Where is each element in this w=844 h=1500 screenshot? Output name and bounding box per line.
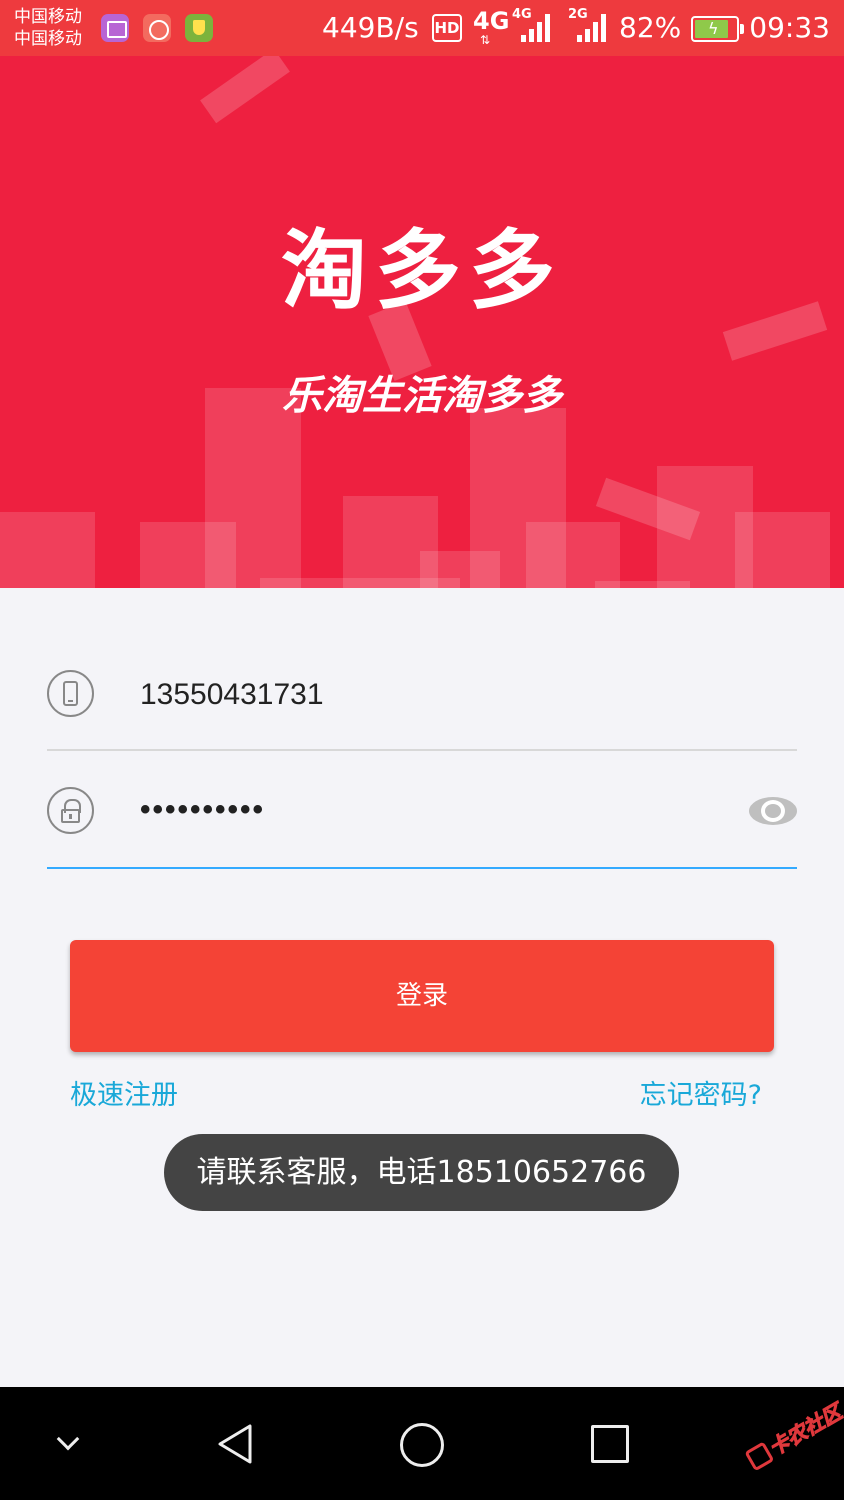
lock-icon xyxy=(47,787,94,834)
sim1-signal-icon xyxy=(521,14,555,42)
watermark-text: 卡农社区 xyxy=(764,1399,844,1461)
status-bar: 中国移动 中国移动 449B/s HD 4G ⇅ 4G 2G 82% ϟ 09:… xyxy=(0,0,844,56)
eye-icon[interactable] xyxy=(749,797,797,825)
forgot-password-link[interactable]: 忘记密码? xyxy=(640,1076,762,1116)
battery-icon: ϟ xyxy=(691,16,744,42)
password-input[interactable] xyxy=(140,790,700,830)
security-notification-icon xyxy=(185,14,213,42)
carrier-1: 中国移动 xyxy=(14,7,82,27)
home-icon[interactable] xyxy=(400,1423,444,1467)
hide-navbar-chevron-icon[interactable] xyxy=(56,1427,80,1451)
brand-banner: 淘多多 乐淘生活淘多多 xyxy=(0,56,844,588)
tool-notification-icon xyxy=(143,14,171,42)
carrier-names: 中国移动 中国移动 xyxy=(14,6,82,50)
banner-building xyxy=(526,522,620,588)
password-field-underline xyxy=(47,867,797,869)
login-button[interactable]: 登录 xyxy=(70,940,774,1052)
recent-apps-icon[interactable] xyxy=(591,1425,629,1463)
sim2-signal-icon xyxy=(577,14,611,42)
lock-glyph xyxy=(61,799,81,823)
banner-building xyxy=(0,512,95,588)
quick-register-link[interactable]: 极速注册 xyxy=(70,1076,178,1116)
banner-building xyxy=(735,512,830,588)
phone-number-input[interactable] xyxy=(140,675,720,715)
charging-icon: ϟ xyxy=(708,19,719,38)
carrier-2: 中国移动 xyxy=(14,29,82,49)
network-type: 4G xyxy=(473,7,510,35)
network-speed: 449B/s xyxy=(322,11,419,44)
phone-glyph xyxy=(63,681,78,706)
toast-message: 请联系客服，电话18510652766 xyxy=(164,1134,679,1211)
banner-decoration xyxy=(200,56,290,124)
battery-percent: 82% xyxy=(619,11,682,44)
back-icon[interactable] xyxy=(214,1423,256,1465)
app-logo-title: 淘多多 xyxy=(281,220,563,321)
phone-field-underline xyxy=(47,749,797,751)
status-time: 09:33 xyxy=(749,11,830,44)
data-activity-icon: ⇅ xyxy=(480,33,491,47)
app-slogan: 乐淘生活淘多多 xyxy=(282,372,562,419)
phone-icon xyxy=(47,670,94,717)
hd-icon: HD xyxy=(432,14,462,42)
system-navigation-bar: 卡农社区 xyxy=(0,1387,844,1500)
watermark-logo: 卡农社区 xyxy=(739,1396,844,1482)
gallery-notification-icon xyxy=(101,14,129,42)
